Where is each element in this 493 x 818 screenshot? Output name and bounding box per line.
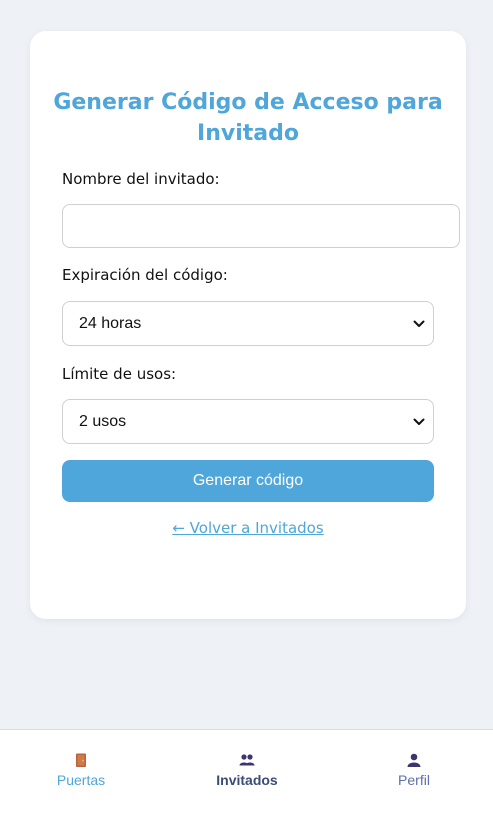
- access-code-card: Generar Código de Acceso para Invitado N…: [30, 31, 466, 619]
- chevron-down-icon: [413, 418, 425, 426]
- user-icon: [407, 752, 421, 768]
- nav-item-label: Puertas: [56, 772, 106, 788]
- expiration-select[interactable]: 24 horas: [62, 301, 434, 346]
- nav-item-perfil[interactable]: Perfil: [354, 752, 474, 788]
- nav-item-invitados[interactable]: Invitados: [187, 752, 307, 788]
- guest-name-input[interactable]: [62, 204, 460, 248]
- expiration-selected-value: 24 horas: [79, 314, 142, 332]
- people-icon: [239, 752, 255, 768]
- chevron-down-icon: [413, 320, 425, 328]
- back-to-guests-link[interactable]: ← Volver a Invitados: [30, 519, 466, 537]
- usage-limit-select[interactable]: 2 usos: [62, 399, 434, 444]
- usage-limit-label: Límite de usos:: [62, 365, 177, 383]
- usage-limit-selected-value: 2 usos: [79, 412, 127, 430]
- guest-name-label: Nombre del invitado:: [62, 170, 220, 188]
- expiration-label: Expiración del código:: [62, 266, 228, 284]
- nav-item-puertas[interactable]: Puertas: [21, 752, 141, 788]
- generate-code-button[interactable]: Generar código: [62, 460, 434, 502]
- nav-item-label: Invitados: [216, 772, 278, 788]
- page-title: Generar Código de Acceso para Invitado: [53, 90, 443, 146]
- nav-item-label: Perfil: [398, 772, 430, 788]
- door-icon: [75, 752, 87, 768]
- bottom-navigation: Puertas Invitados Perfil: [0, 729, 493, 818]
